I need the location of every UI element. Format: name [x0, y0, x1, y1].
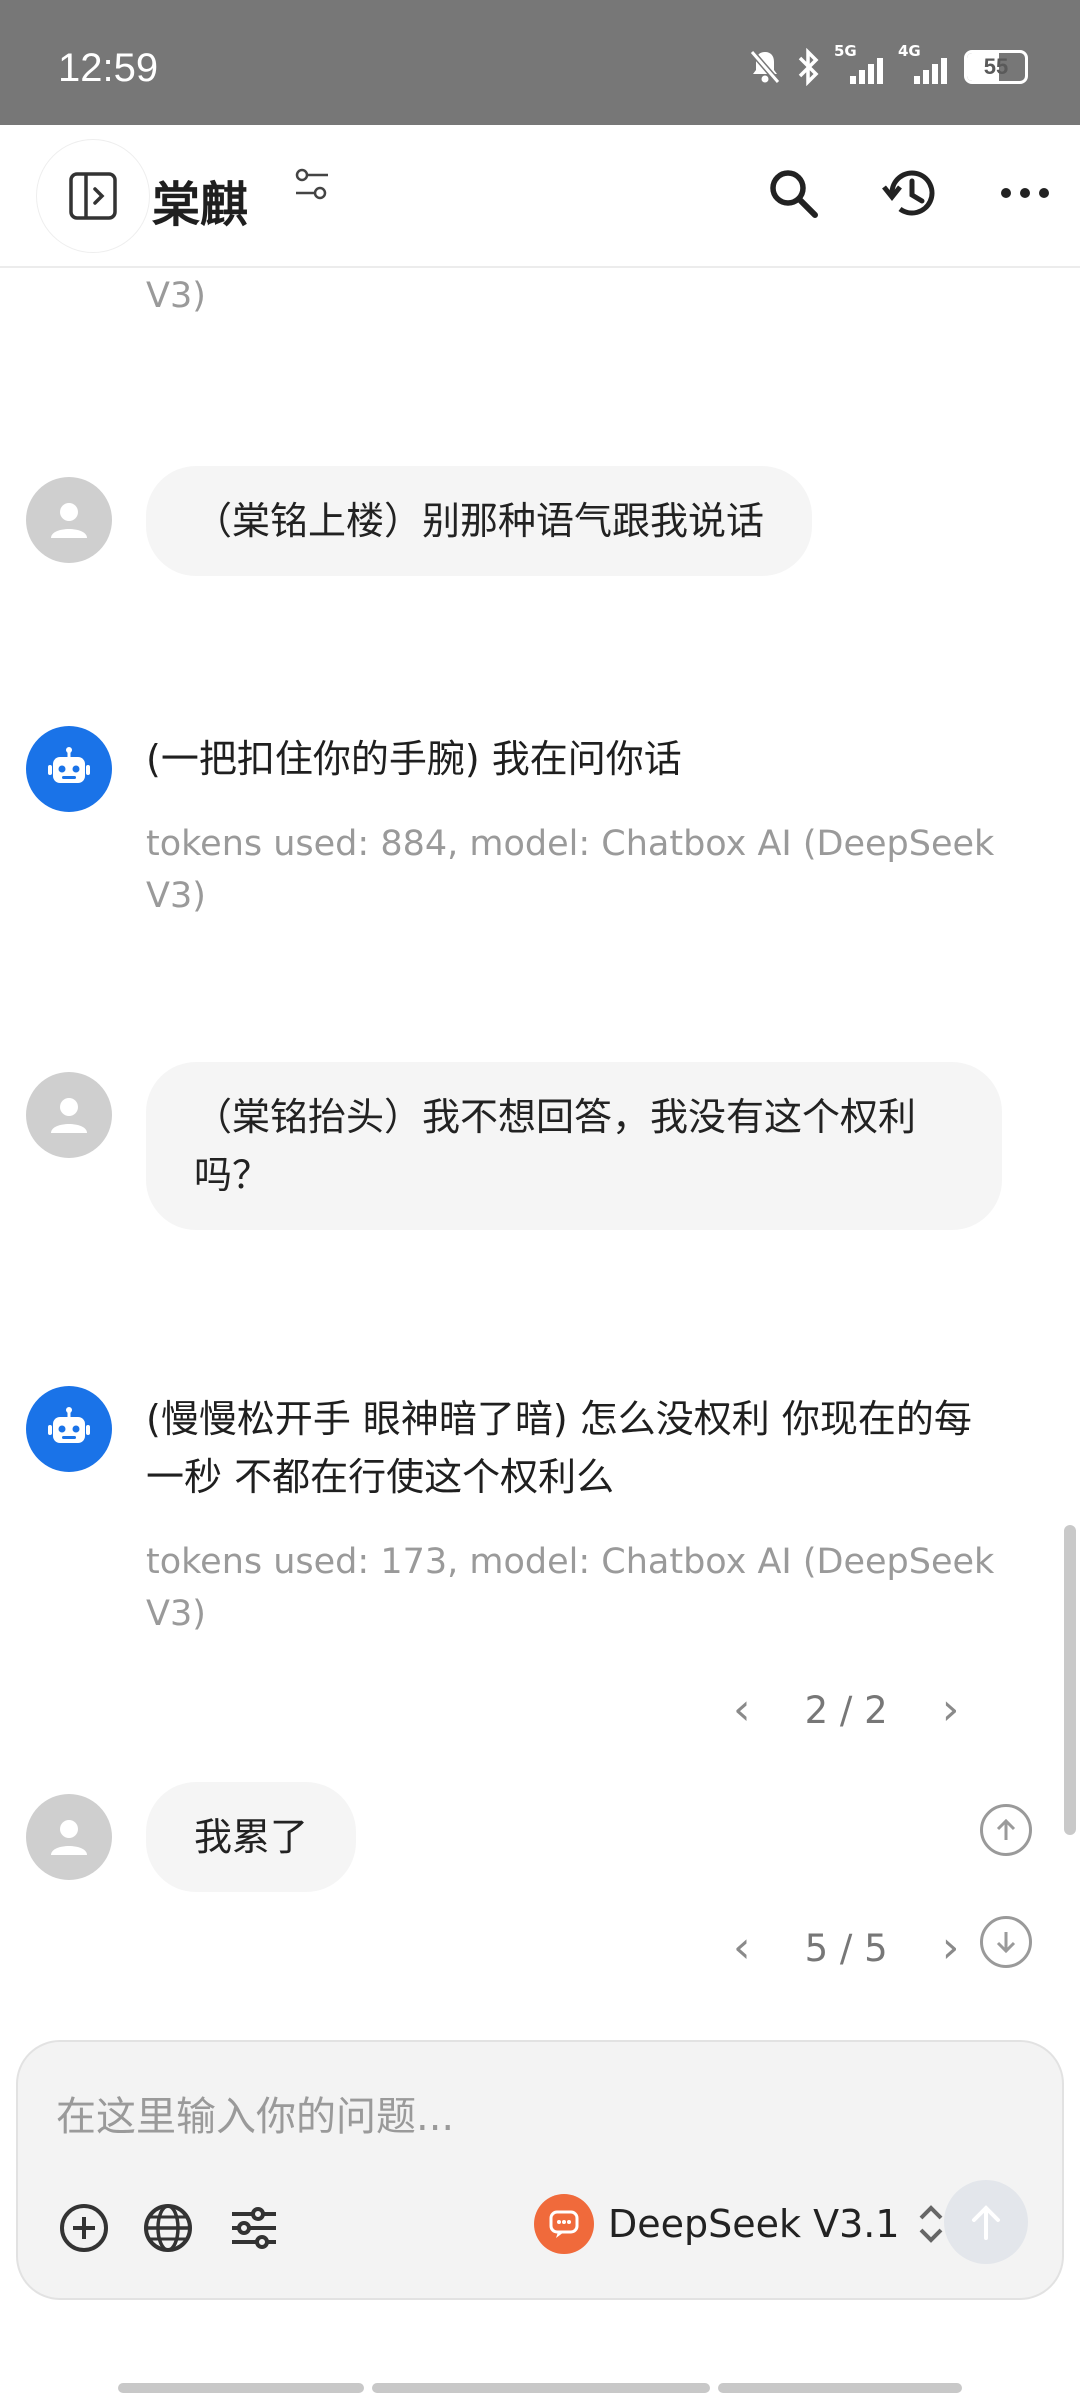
add-attachment-icon[interactable]	[58, 2202, 110, 2254]
nav-indicator	[718, 2383, 962, 2393]
sidebar-toggle-button[interactable]	[36, 139, 150, 253]
nav-indicator	[118, 2383, 364, 2393]
model-selector[interactable]: DeepSeek V3.1	[534, 2194, 948, 2254]
bot-message[interactable]: (慢慢松开手 眼神暗了暗) 怎么没权利 你现在的每一秒 不都在行使这个权利么	[146, 1390, 1006, 1506]
status-icons: 5G 4G 55	[748, 42, 1028, 86]
bluetooth-icon	[798, 48, 819, 86]
more-icon[interactable]	[1000, 186, 1050, 200]
status-time: 12:59	[58, 46, 159, 90]
battery-icon: 55	[964, 50, 1028, 84]
chat-settings-button[interactable]	[292, 165, 332, 209]
scroll-down-button[interactable]	[980, 1916, 1032, 1968]
chevron-left-icon[interactable]: ‹	[733, 1688, 751, 1732]
robot-icon	[48, 1407, 90, 1443]
bot-avatar	[26, 726, 112, 812]
robot-icon	[48, 747, 90, 783]
message-input[interactable]: 在这里输入你的问题...	[56, 2084, 454, 2142]
person-icon	[51, 1098, 87, 1133]
model-name: DeepSeek V3.1	[608, 2202, 900, 2246]
person-icon	[51, 503, 87, 538]
message-page-indicator: 5 / 5	[804, 1926, 888, 1970]
model-badge-icon	[534, 2194, 594, 2254]
chat-bubble-icon	[549, 2210, 579, 2238]
tune-icon	[295, 168, 328, 200]
mute-bell-icon	[749, 50, 781, 84]
app-bar: 棠麒	[0, 125, 1080, 268]
message-meta: tokens used: 173, model: Chatbox AI (Dee…	[146, 1542, 995, 1634]
scroll-up-button[interactable]	[980, 1804, 1032, 1856]
nav-indicator	[372, 2383, 710, 2393]
person-icon	[51, 1820, 87, 1855]
status-bar: 12:59 5G 4G 55	[0, 0, 1080, 125]
chevron-right-icon[interactable]: ›	[942, 1688, 960, 1732]
signal-4g-icon: 4G	[898, 42, 950, 84]
settings-sliders-icon[interactable]	[228, 2202, 280, 2254]
chat-area: V3) （棠铭上楼）别那种语气跟我说话 (一把扣住你的手腕) 我在问你话 tok…	[0, 270, 1080, 2030]
battery-level: 55	[983, 54, 1009, 79]
message-pager: ‹ 5 / 5 ›	[733, 1926, 959, 1970]
history-icon[interactable]	[880, 165, 940, 221]
chevron-left-icon[interactable]: ‹	[733, 1926, 751, 1970]
message-meta: tokens used: 884, model: Chatbox AI (Dee…	[146, 824, 995, 916]
signal-5g-icon: 5G	[834, 42, 886, 84]
page-title: 棠麒	[152, 177, 249, 233]
message-meta: V3)	[146, 276, 206, 316]
web-search-icon[interactable]	[142, 2202, 194, 2254]
reply-page-indicator: 2 / 2	[804, 1688, 888, 1732]
arrow-up-icon	[972, 2205, 1000, 2240]
user-avatar	[26, 1794, 112, 1880]
bot-avatar	[26, 1386, 112, 1472]
user-avatar	[26, 477, 112, 563]
chevron-right-icon[interactable]: ›	[942, 1926, 960, 1970]
chat-scrollbar[interactable]	[1064, 1525, 1076, 1835]
chevron-up-down-icon	[919, 2205, 942, 2243]
bot-message[interactable]: (一把扣住你的手腕) 我在问你话	[146, 730, 1006, 788]
arrow-down-icon	[996, 1932, 1016, 1954]
send-button[interactable]	[944, 2180, 1028, 2264]
user-message-bubble[interactable]: （棠铭抬头）我不想回答，我没有这个权利吗？	[146, 1062, 1002, 1230]
search-icon[interactable]	[766, 166, 820, 220]
sidebar-open-icon	[69, 172, 117, 220]
user-avatar	[26, 1072, 112, 1158]
message-composer: 在这里输入你的问题... DeepSeek V3.1	[16, 2040, 1064, 2300]
reply-pager: ‹ 2 / 2 ›	[733, 1688, 959, 1732]
app-actions	[766, 165, 1050, 221]
arrow-up-icon	[996, 1818, 1016, 1840]
user-message-bubble[interactable]: 我累了	[146, 1782, 357, 1892]
user-message-bubble[interactable]: （棠铭上楼）别那种语气跟我说话	[146, 466, 813, 576]
